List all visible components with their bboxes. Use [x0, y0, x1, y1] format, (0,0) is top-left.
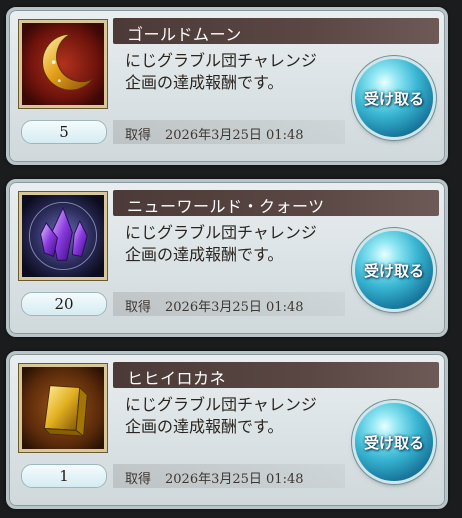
- quantity-badge: 5: [21, 120, 107, 144]
- item-title-bar: ヒヒイロカネ: [113, 362, 439, 388]
- acquired-date: 2026年3月25日 01:48: [165, 128, 304, 143]
- description-line: 企画の達成報酬です。: [125, 73, 284, 92]
- quantity-badge: 20: [21, 292, 107, 316]
- acquired-info: 取得 2026年3月25日 01:48: [113, 120, 345, 144]
- gold-ingot-icon: [19, 364, 107, 452]
- receive-button-label: 受け取る: [363, 434, 424, 452]
- acquired-date: 2026年3月25日 01:48: [165, 300, 304, 315]
- acquired-info: 取得 2026年3月25日 01:48: [113, 292, 345, 316]
- receive-button[interactable]: 受け取る: [355, 59, 433, 137]
- description-line: 企画の達成報酬です。: [125, 245, 284, 264]
- item-name: ヒヒイロカネ: [127, 369, 227, 388]
- quantity-badge: 1: [21, 464, 107, 488]
- acquired-info: 取得 2026年3月25日 01:48: [113, 464, 345, 488]
- receive-button-label: 受け取る: [363, 262, 424, 280]
- acquired-date: 2026年3月25日 01:48: [165, 472, 304, 487]
- description-line: にじグラブル団チャレンジ: [125, 223, 317, 242]
- receive-button[interactable]: 受け取る: [355, 231, 433, 309]
- description-line: 企画の達成報酬です。: [125, 417, 284, 436]
- item-name: ゴールドムーン: [127, 25, 242, 44]
- item-description: にじグラブル団チャレンジ 企画の達成報酬です。: [125, 50, 355, 94]
- item-description: にじグラブル団チャレンジ 企画の達成報酬です。: [125, 394, 355, 438]
- acquired-label: 取得: [125, 472, 152, 487]
- description-line: にじグラブル団チャレンジ: [125, 51, 317, 70]
- description-line: にじグラブル団チャレンジ: [125, 395, 317, 414]
- reward-card: ニューワールド・クォーツ にじグラブル団チャレンジ 企画の達成報酬です。 20 …: [6, 179, 448, 337]
- purple-crystal-icon: [19, 192, 107, 280]
- item-name: ニューワールド・クォーツ: [127, 197, 325, 216]
- acquired-label: 取得: [125, 128, 152, 143]
- reward-card: ゴールドムーン にじグラブル団チャレンジ 企画の達成報酬です。 5 取得 202…: [6, 7, 448, 165]
- item-title-bar: ゴールドムーン: [113, 18, 439, 44]
- item-description: にじグラブル団チャレンジ 企画の達成報酬です。: [125, 222, 355, 266]
- gold-moon-icon: [19, 20, 107, 108]
- item-title-bar: ニューワールド・クォーツ: [113, 190, 439, 216]
- reward-card: ヒヒイロカネ にじグラブル団チャレンジ 企画の達成報酬です。 1 取得 2026…: [6, 351, 448, 509]
- receive-button[interactable]: 受け取る: [355, 403, 433, 481]
- acquired-label: 取得: [125, 300, 152, 315]
- receive-button-label: 受け取る: [363, 90, 424, 108]
